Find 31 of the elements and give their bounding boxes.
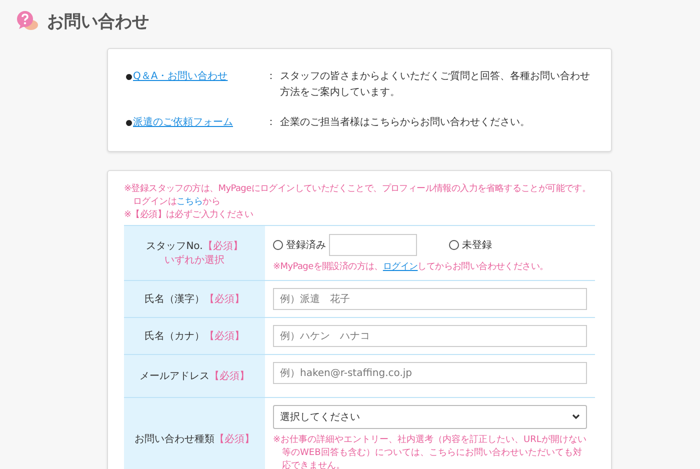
link[interactable]: Q＆A・お問い合わせ (133, 69, 228, 85)
radio-label: 未登録 (462, 238, 492, 252)
login-note: ※登録スタッフの方は、MyPageにログインしていただくことで、プロフィール情報の入力を省略することが可能です。 (124, 183, 592, 196)
bullet-icon (126, 120, 132, 126)
radio-button[interactable] (273, 240, 283, 250)
required-note: ※【必須】は必ずご入力ください (124, 209, 254, 222)
question-bubble-icon (15, 10, 39, 32)
form-label-cell: スタッフNo.【必須】 いずれか選択 (124, 226, 265, 280)
form-label-cell: メールアドレス【必須】 (124, 355, 265, 397)
link[interactable]: 派遣のご依頼フォーム (133, 115, 233, 131)
staff-number-field[interactable] (329, 234, 417, 256)
login-hint: ※MyPageを開設済の方は、ログイン してからお問い合わせください。 (273, 261, 550, 274)
input-field[interactable]: 例）ハケン ハナコ (273, 325, 587, 347)
radio-button[interactable] (449, 240, 459, 250)
radio-label: 登録済み (286, 238, 326, 252)
login-link[interactable]: ログイン (382, 262, 418, 272)
select-dropdown[interactable]: 選択してください (273, 405, 587, 429)
page-title: お問い合わせ (47, 10, 149, 32)
input-field[interactable]: 例）haken@r-staffing.co.jp (273, 362, 587, 384)
form-label-cell: お問い合わせ種類【必須】 (124, 398, 265, 469)
login-link[interactable]: こちら (176, 197, 203, 207)
link-description: スタッフの皆さまからよくいただくご質問と回答、各種お問い合わせ方法をご案内しています。 (280, 70, 591, 100)
link-description: 企業のご担当者様はこちらからお問い合わせください。 (280, 116, 531, 130)
bullet-icon (126, 74, 132, 80)
separator: ： (266, 116, 277, 130)
input-field[interactable]: 例）派遣 花子 (273, 288, 587, 310)
login-note: ログインはこちらから (132, 196, 222, 209)
chevron-down-icon (572, 414, 580, 420)
form-label-cell: 氏名（カナ）【必須】 (124, 318, 265, 354)
form-label-cell: 氏名（漢字）【必須】 (124, 281, 265, 317)
separator: ： (266, 70, 277, 84)
